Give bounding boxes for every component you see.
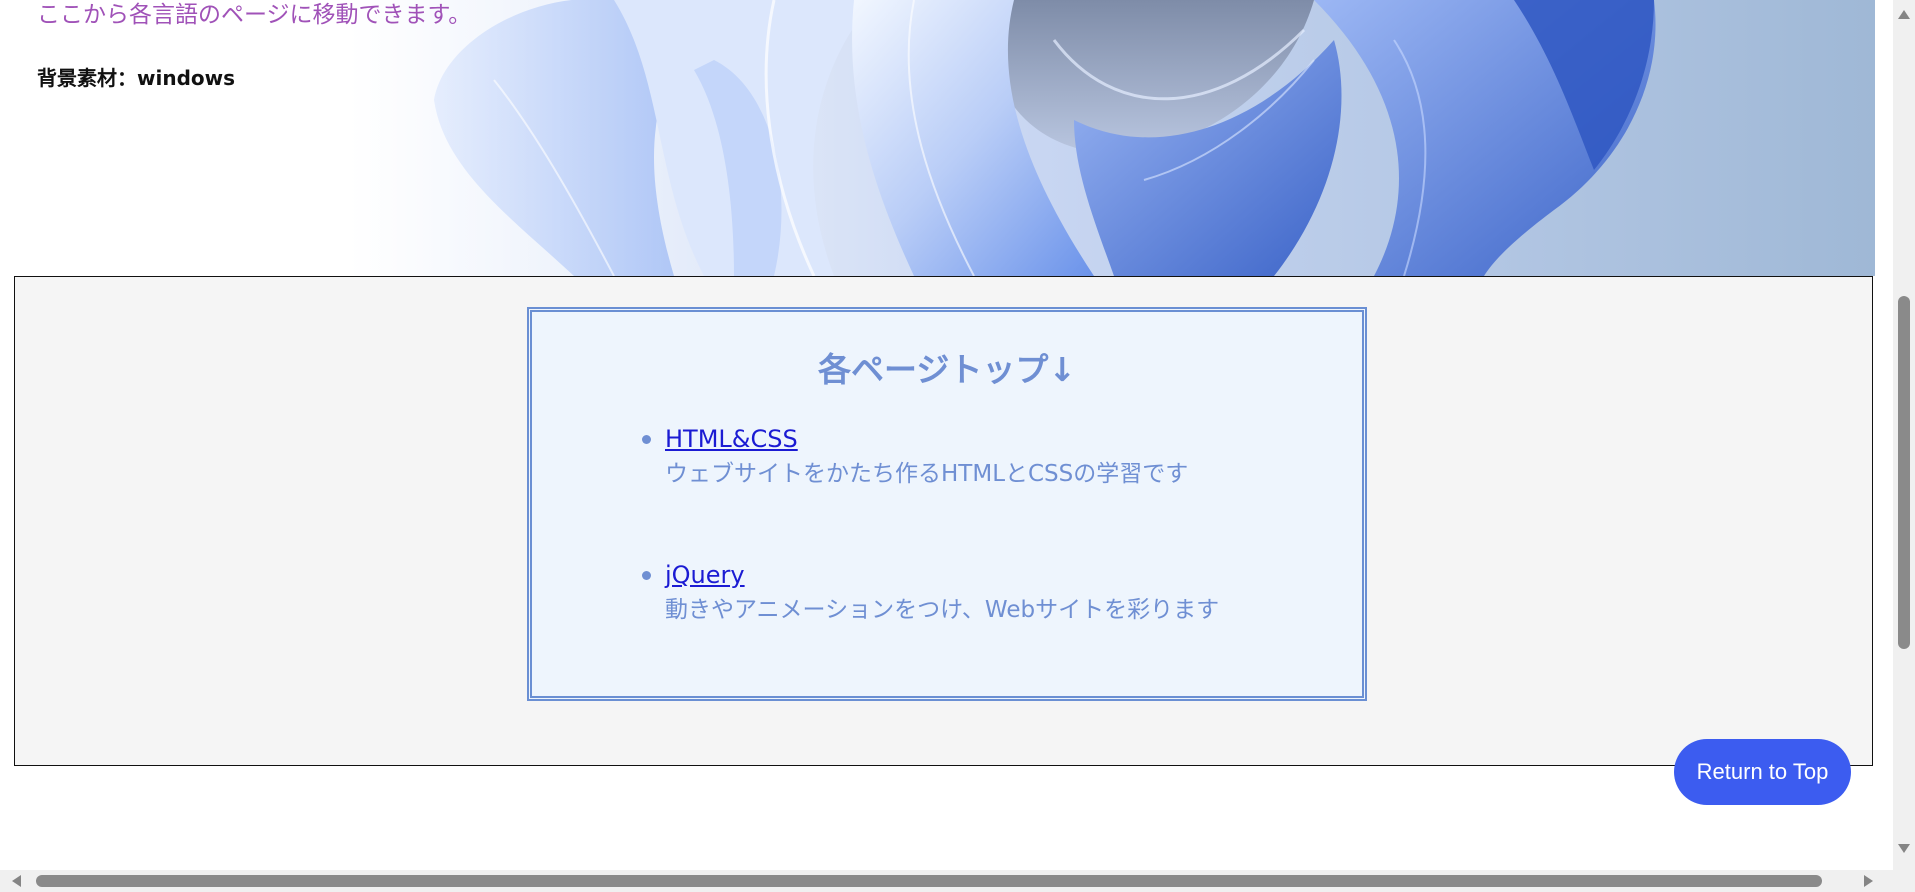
hero-banner: ここから各言語のページに移動できます。 背景素材：windows bbox=[14, 0, 1875, 276]
page-links-section: 各ページトップ↓ HTML&CSS ウェブサイトをかたち作るHTMLとCSSの学… bbox=[14, 276, 1873, 766]
item-description: ウェブサイトをかたち作るHTMLとCSSの学習です bbox=[665, 461, 1189, 487]
item-description: 動きやアニメーションをつけ、Webサイトを彩ります bbox=[665, 597, 1220, 623]
return-to-top-button[interactable]: Return to Top bbox=[1674, 739, 1851, 805]
bullet-icon bbox=[642, 571, 651, 580]
scroll-left-arrow-icon[interactable] bbox=[12, 875, 21, 887]
bloom-background-image bbox=[434, 0, 1656, 276]
background-credit: 背景素材：windows bbox=[37, 66, 236, 90]
link-html-css[interactable]: HTML&CSS bbox=[665, 422, 798, 456]
scrollbar-corner bbox=[1893, 870, 1915, 892]
scroll-down-arrow-icon[interactable] bbox=[1898, 844, 1910, 853]
page-links-card: 各ページトップ↓ HTML&CSS ウェブサイトをかたち作るHTMLとCSSの学… bbox=[527, 307, 1367, 701]
scroll-up-arrow-icon[interactable] bbox=[1898, 10, 1910, 19]
hero-lead-text: ここから各言語のページに移動できます。 bbox=[37, 2, 472, 28]
link-jquery[interactable]: jQuery bbox=[665, 558, 745, 592]
vertical-scroll-thumb[interactable] bbox=[1898, 296, 1910, 649]
page-viewport: ここから各言語のページに移動できます。 背景素材：windows 各ページトップ… bbox=[0, 0, 1893, 870]
scroll-right-arrow-icon[interactable] bbox=[1864, 875, 1873, 887]
bullet-icon bbox=[642, 435, 651, 444]
card-title: 各ページトップ↓ bbox=[818, 350, 1076, 389]
vertical-scrollbar[interactable] bbox=[1893, 0, 1915, 870]
horizontal-scroll-thumb[interactable] bbox=[36, 875, 1822, 887]
horizontal-scrollbar[interactable] bbox=[0, 870, 1893, 892]
